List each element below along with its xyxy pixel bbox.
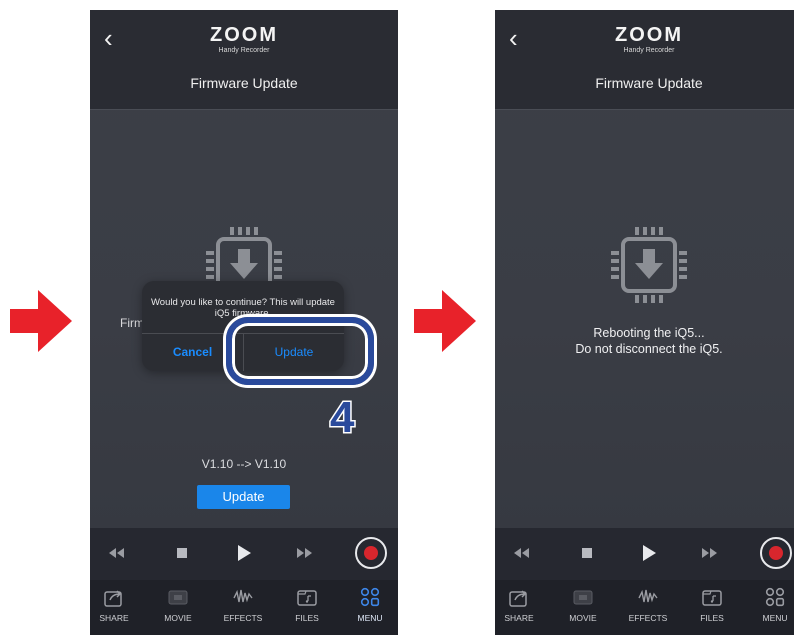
rewind-icon[interactable] (104, 540, 130, 566)
tab-share[interactable]: SHARE (90, 586, 142, 632)
description-text-obscured: Firm (120, 316, 144, 330)
tab-files[interactable]: FILES (279, 586, 335, 632)
tab-label: SHARE (99, 613, 129, 623)
tab-label: SHARE (504, 613, 534, 623)
tab-movie[interactable]: MOVIE (555, 586, 611, 632)
play-icon[interactable] (230, 540, 256, 566)
logo-wordmark: ZOOM (210, 24, 278, 46)
phone-screen-rebooting: ‹ ZOOM Handy Recorder Firmware Update Re… (495, 10, 794, 635)
firmware-chip-download-icon (609, 225, 689, 305)
tab-movie[interactable]: MOVIE (150, 586, 206, 632)
effects-icon (232, 586, 254, 608)
bottom-tab-bar: SHARE MOVIE EFFECTS FILES MENU (90, 580, 398, 635)
step-arrow-middle (414, 290, 476, 352)
files-icon (296, 586, 318, 608)
tab-label: FILES (295, 613, 319, 623)
fast-forward-icon[interactable] (291, 540, 317, 566)
tab-label: MOVIE (164, 613, 192, 623)
logo-subtitle: Handy Recorder (623, 47, 675, 54)
tab-label: MENU (357, 613, 383, 623)
share-icon (103, 586, 125, 608)
zoom-logo: ZOOM Handy Recorder (599, 24, 699, 58)
tab-menu[interactable]: MENU (342, 586, 398, 632)
stop-icon[interactable] (169, 540, 195, 566)
bottom-tab-bar: SHARE MOVIE EFFECTS FILES MENU (495, 580, 794, 635)
fast-forward-icon[interactable] (696, 540, 722, 566)
app-header: ‹ ZOOM Handy Recorder Firmware Update (495, 10, 794, 110)
menu-grid-icon (359, 586, 381, 608)
tab-label: MENU (762, 613, 788, 623)
tab-label: FILES (700, 613, 724, 623)
tab-menu[interactable]: MENU (747, 586, 794, 632)
status-line-1: Rebooting the iQ5... (593, 326, 705, 340)
menu-grid-icon (764, 586, 786, 608)
step-arrow-left (10, 290, 72, 352)
phone-screen-update-confirm: ‹ ZOOM Handy Recorder Firmware Update Fi (90, 10, 398, 635)
record-icon[interactable] (354, 536, 388, 570)
page-title: Firmware Update (595, 75, 703, 91)
tab-effects[interactable]: EFFECTS (215, 586, 271, 632)
callout-step-number: 4 (328, 393, 356, 442)
tab-label: EFFECTS (628, 613, 668, 623)
chevron-left-icon[interactable]: ‹ (104, 24, 124, 52)
stop-icon[interactable] (574, 540, 600, 566)
tab-effects[interactable]: EFFECTS (620, 586, 676, 632)
chevron-left-icon[interactable]: ‹ (509, 24, 529, 52)
page-title: Firmware Update (190, 75, 298, 91)
tab-label: EFFECTS (223, 613, 263, 623)
tab-label: MOVIE (569, 613, 597, 623)
tutorial-stage: ‹ ZOOM Handy Recorder Firmware Update Fi (0, 0, 794, 635)
movie-icon (572, 586, 594, 608)
callout-highlight-ring (226, 317, 374, 385)
transport-bar (495, 528, 794, 580)
arrow-right-icon (414, 290, 476, 352)
logo-subtitle: Handy Recorder (218, 47, 270, 54)
dialog-message: Would you like to continue? This will up… (151, 297, 335, 319)
zoom-logo: ZOOM Handy Recorder (194, 24, 294, 58)
files-icon (701, 586, 723, 608)
play-icon[interactable] (635, 540, 661, 566)
transport-bar (90, 528, 398, 580)
status-line-2: Do not disconnect the iQ5. (575, 342, 723, 356)
arrow-right-icon (10, 290, 72, 352)
reboot-status-text: Rebooting the iQ5... Do not disconnect t… (495, 325, 794, 357)
update-button[interactable]: Update (197, 485, 290, 509)
rewind-icon[interactable] (509, 540, 535, 566)
tab-share[interactable]: SHARE (495, 586, 547, 632)
effects-icon (637, 586, 659, 608)
version-text: V1.10 --> V1.10 (201, 457, 287, 471)
movie-icon (167, 586, 189, 608)
share-icon (508, 586, 530, 608)
logo-wordmark: ZOOM (615, 24, 683, 46)
tab-files[interactable]: FILES (684, 586, 740, 632)
app-header: ‹ ZOOM Handy Recorder Firmware Update (90, 10, 398, 110)
record-icon[interactable] (759, 536, 793, 570)
